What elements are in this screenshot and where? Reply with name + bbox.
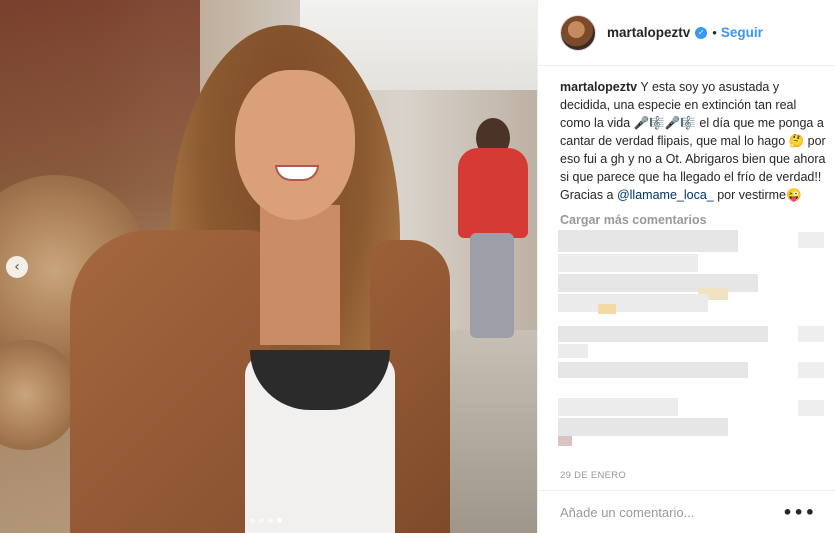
- username-link[interactable]: martalopeztv: [607, 25, 690, 40]
- follow-button[interactable]: Seguir: [721, 25, 763, 40]
- load-more-comments-button[interactable]: Cargar más comentarios: [560, 213, 826, 227]
- verified-badge-icon: ✓: [695, 26, 708, 39]
- post-date[interactable]: 29 DE ENERO: [560, 470, 626, 481]
- pixelated-comments: [558, 230, 828, 460]
- post-photo[interactable]: ‹: [0, 0, 537, 533]
- carousel-dot: [268, 518, 273, 523]
- more-options-button[interactable]: •••: [782, 503, 816, 522]
- header-separator: •: [712, 25, 717, 40]
- comment-form: •••: [538, 490, 835, 533]
- comment-input[interactable]: [560, 504, 783, 520]
- caption-text: Y esta soy yo asustada y decidida, una e…: [560, 80, 826, 202]
- post-sidebar: martalopeztv ✓ • Seguir martalopeztv Y e…: [537, 0, 835, 533]
- carousel-prev-button[interactable]: ‹: [6, 256, 28, 278]
- caption-username[interactable]: martalopeztv: [560, 80, 637, 94]
- carousel-dots: [250, 518, 282, 523]
- post-header: martalopeztv ✓ • Seguir: [538, 0, 835, 66]
- caption-text-end: por vestirme😜: [713, 188, 802, 202]
- carousel-dot: [259, 518, 264, 523]
- carousel-dot: [250, 518, 255, 523]
- comments-area: martalopeztv Y esta soy yo asustada y de…: [560, 78, 826, 227]
- post-caption: martalopeztv Y esta soy yo asustada y de…: [560, 78, 826, 204]
- background-person: [458, 118, 528, 338]
- woman-figure: [70, 25, 450, 533]
- caption-mention[interactable]: @llamame_loca_: [617, 188, 714, 202]
- carousel-dot-active: [277, 518, 282, 523]
- avatar[interactable]: [560, 14, 596, 51]
